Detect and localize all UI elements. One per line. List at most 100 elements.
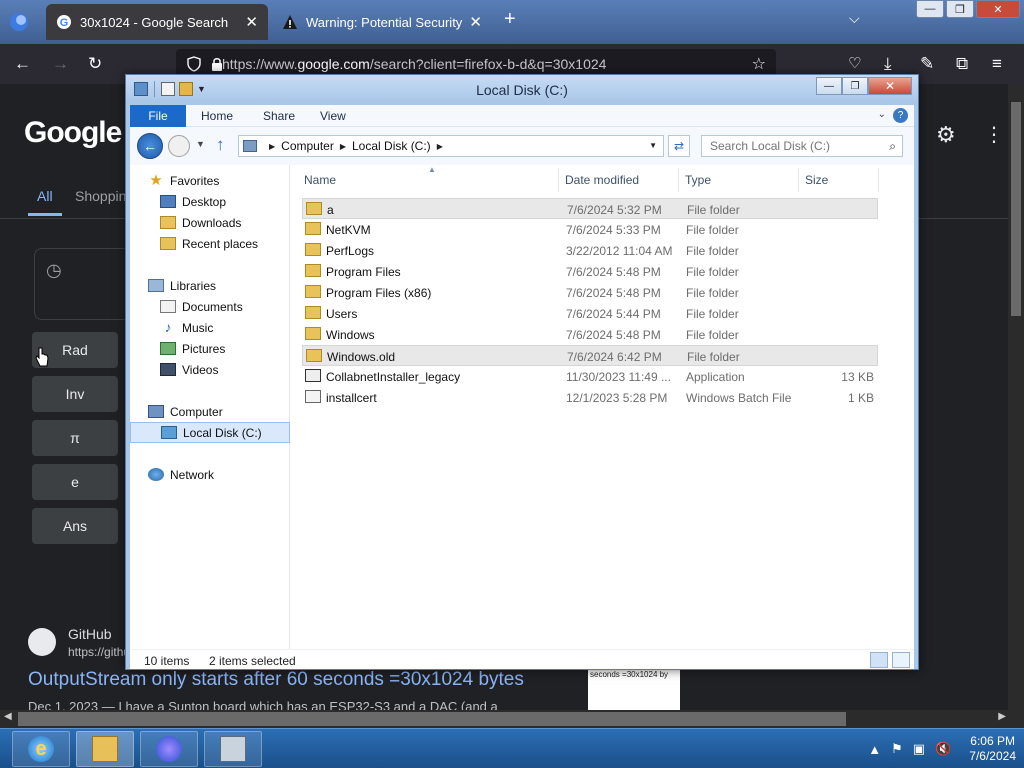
breadcrumb-computer[interactable]: Computer [281, 139, 334, 153]
google-logo[interactable]: Google [24, 116, 122, 150]
close-button[interactable]: ✕ [976, 0, 1020, 18]
scroll-right-icon[interactable]: ▶ [998, 711, 1006, 722]
clock[interactable]: 6:06 PM 7/6/2024 [969, 734, 1016, 764]
result-title-link[interactable]: OutputStream only starts after 60 second… [28, 669, 524, 691]
calc-ans-button[interactable]: Ans [32, 508, 118, 544]
chevron-down-icon[interactable]: ▼ [649, 141, 657, 150]
nav-recent-places[interactable]: Recent places [130, 233, 290, 254]
menu-icon[interactable]: ≡ [992, 54, 1002, 74]
file-row[interactable]: PerfLogs 3/22/2012 11:04 AM File folder [302, 240, 878, 261]
column-divider[interactable] [798, 169, 799, 191]
calc-e-button[interactable]: e [32, 464, 118, 500]
help-icon[interactable]: ? [893, 108, 908, 123]
nav-libraries[interactable]: Libraries [130, 275, 290, 296]
forward-button[interactable] [168, 135, 190, 157]
scroll-left-icon[interactable]: ◀ [4, 711, 12, 722]
file-row[interactable]: Program Files (x86) 7/6/2024 5:48 PM Fil… [302, 282, 878, 303]
bookmark-star-icon[interactable]: ☆ [752, 54, 766, 74]
column-header-name[interactable]: Name [304, 173, 336, 187]
chevron-right-icon[interactable]: ▶ [269, 142, 275, 151]
nav-videos[interactable]: Videos [130, 359, 290, 380]
download-icon[interactable]: ⤓ [884, 54, 892, 74]
nav-documents[interactable]: Documents [130, 296, 290, 317]
reload-icon[interactable]: ↻ [88, 54, 102, 74]
firefox-button[interactable] [140, 731, 198, 767]
tab-share[interactable]: Share [263, 105, 295, 127]
nav-pictures[interactable]: Pictures [130, 338, 290, 359]
show-hidden-icons-icon[interactable]: ▲ [868, 742, 881, 757]
tab-view[interactable]: View [320, 105, 346, 127]
file-row[interactable]: Windows.old 7/6/2024 6:42 PM File folder [302, 345, 878, 366]
large-icons-view-button[interactable] [892, 652, 910, 668]
scrollbar-thumb[interactable] [18, 712, 846, 726]
chevron-down-icon[interactable]: ⌵ [849, 10, 860, 27]
column-divider[interactable] [878, 169, 879, 191]
file-row[interactable]: NetKVM 7/6/2024 5:33 PM File folder [302, 219, 878, 240]
recent-locations-icon[interactable]: ▼ [196, 139, 205, 149]
file-row[interactable]: installcert 12/1/2023 5:28 PM Windows Ba… [302, 387, 878, 408]
nav-local-disk[interactable]: Local Disk (C:) [130, 422, 290, 443]
search-box[interactable]: ⌕ [701, 135, 903, 157]
tab-security-warning[interactable]: Warning: Potential Security Risk ✕ [272, 4, 492, 40]
nav-downloads[interactable]: Downloads [130, 212, 290, 233]
server-manager-button[interactable] [204, 731, 262, 767]
history-icon[interactable]: ◷ [46, 260, 62, 281]
close-button[interactable]: ✕ [868, 77, 912, 95]
explorer-title-bar[interactable]: ▼ Local Disk (C:) — ❐ ✕ [126, 75, 918, 103]
tab-google-search[interactable]: G 30x1024 - Google Search ✕ [46, 4, 268, 40]
nav-music[interactable]: ♪ Music [130, 317, 290, 338]
search-icon[interactable]: ⌕ [889, 139, 896, 154]
volume-muted-icon[interactable]: 🔇 [935, 741, 951, 757]
details-view-button[interactable] [870, 652, 888, 668]
flag-icon[interactable]: ⚑ [891, 741, 903, 757]
breadcrumb[interactable]: ▶ Computer ▶ Local Disk (C:) ▶ ▼ [238, 135, 664, 157]
extensions-icon[interactable]: ⧉ [956, 54, 968, 74]
back-button[interactable]: ← [137, 133, 163, 159]
nav-favorites[interactable]: ★ Favorites [130, 170, 290, 191]
column-header-type[interactable]: Type [685, 173, 711, 187]
horizontal-scrollbar[interactable]: ◀ ▶ [0, 710, 1024, 728]
wrench-icon[interactable]: ✎ [920, 54, 934, 74]
pocket-icon[interactable]: ♡ [848, 54, 861, 72]
minimize-button[interactable]: — [916, 0, 944, 18]
minimize-button[interactable]: — [816, 77, 842, 95]
refresh-button[interactable]: ⇄ [668, 135, 690, 157]
back-arrow-icon[interactable]: ← [14, 54, 31, 74]
tab-home[interactable]: Home [201, 105, 233, 127]
vertical-scrollbar[interactable] [1008, 84, 1024, 710]
file-explorer-button[interactable] [76, 731, 134, 767]
file-row[interactable]: CollabnetInstaller_legacy 11/30/2023 11:… [302, 366, 878, 387]
close-tab-icon[interactable]: ✕ [469, 13, 482, 31]
maximize-button[interactable]: ❐ [842, 77, 868, 95]
gear-icon[interactable]: ⚙ [936, 122, 956, 148]
network-status-icon[interactable]: ▣ [913, 741, 925, 757]
restore-button[interactable]: ❐ [946, 0, 974, 18]
file-row[interactable]: Windows 7/6/2024 5:48 PM File folder [302, 324, 878, 345]
nav-desktop[interactable]: Desktop [130, 191, 290, 212]
file-row[interactable]: Program Files 7/6/2024 5:48 PM File fold… [302, 261, 878, 282]
column-divider[interactable] [678, 169, 679, 191]
calc-pi-button[interactable]: π [32, 420, 118, 456]
nav-network[interactable]: Network [130, 464, 290, 485]
nav-computer[interactable]: Computer [130, 401, 290, 422]
chevron-right-icon[interactable]: ▶ [340, 142, 346, 151]
column-header-size[interactable]: Size [805, 173, 828, 187]
tab-file[interactable]: File [130, 105, 186, 127]
forward-arrow-icon[interactable]: → [52, 54, 69, 74]
expand-ribbon-icon[interactable]: ⌄ [878, 109, 886, 120]
scrollbar-thumb[interactable] [1011, 102, 1021, 316]
firefox-icon[interactable] [6, 10, 32, 34]
chevron-right-icon[interactable]: ▶ [437, 142, 443, 151]
internet-explorer-button[interactable]: e [12, 731, 70, 767]
close-tab-icon[interactable]: ✕ [245, 13, 258, 31]
up-arrow-icon[interactable]: ↑ [216, 135, 225, 155]
new-tab-icon[interactable]: + [504, 8, 516, 31]
lock-icon[interactable] [210, 56, 224, 72]
file-row[interactable]: a 7/6/2024 5:32 PM File folder [302, 198, 878, 219]
search-input[interactable] [710, 139, 880, 153]
column-header-date[interactable]: Date modified [565, 173, 639, 187]
result-thumbnail[interactable]: seconds =30x1024 by [588, 668, 680, 712]
column-divider[interactable] [558, 169, 559, 191]
tab-all[interactable]: All [37, 188, 53, 204]
calc-inv-button[interactable]: Inv [32, 376, 118, 412]
